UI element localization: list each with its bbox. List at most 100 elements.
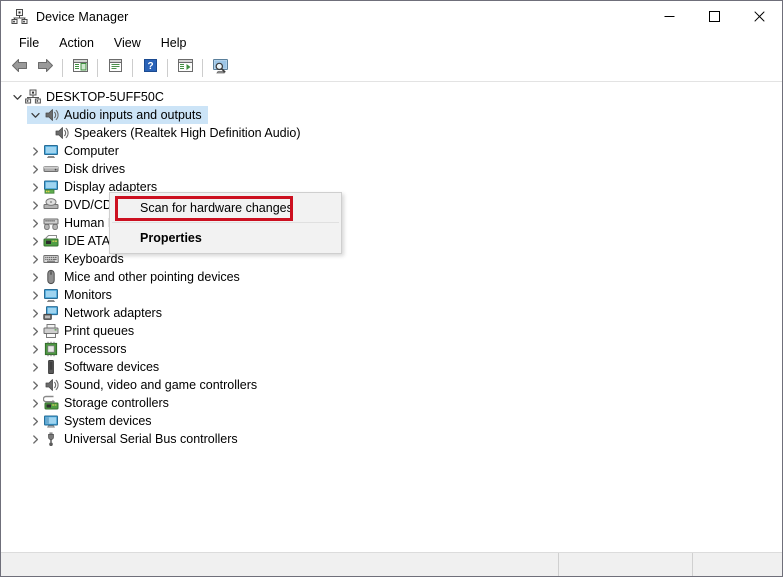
tree-row-hit[interactable]: Print queues <box>27 322 140 340</box>
tree-row-audio-inputs-and-outputs[interactable]: Audio inputs and outputs <box>1 106 782 124</box>
chevron-right-icon[interactable] <box>27 322 43 340</box>
tree-row-hit[interactable]: Speakers (Realtek High Definition Audio) <box>53 124 307 142</box>
chevron-right-icon[interactable] <box>27 232 43 250</box>
chevron-right-icon[interactable] <box>27 178 43 196</box>
chevron-right-icon[interactable] <box>27 268 43 286</box>
toolbar-separator-5 <box>202 59 203 77</box>
tree-row-hit[interactable]: System devices <box>27 412 158 430</box>
toolbar-console-tree-button[interactable] <box>67 56 93 80</box>
back-arrow-icon <box>11 58 28 78</box>
tree-row-hit[interactable]: Software devices <box>27 358 165 376</box>
toolbar-scan-hardware-button[interactable] <box>207 56 233 80</box>
tree-item-label: Network adapters <box>64 306 162 320</box>
speaker-icon <box>43 107 59 123</box>
tree-row-hit[interactable]: Storage controllers <box>27 394 175 412</box>
tree-row-computer[interactable]: Computer <box>1 142 782 160</box>
monitor-icon <box>43 143 59 159</box>
chevron-right-icon[interactable] <box>27 304 43 322</box>
close-button[interactable] <box>737 1 782 32</box>
tree-row-processors[interactable]: Processors <box>1 340 782 358</box>
tree-row-hit[interactable]: Mice and other pointing devices <box>27 268 246 286</box>
toolbar-update-driver-button[interactable] <box>172 56 198 80</box>
tree-row-storage-controllers[interactable]: Storage controllers <box>1 394 782 412</box>
chevron-right-icon[interactable] <box>27 358 43 376</box>
tree-item-label: Audio inputs and outputs <box>64 108 202 122</box>
chevron-right-icon[interactable] <box>27 160 43 178</box>
minimize-icon <box>664 16 675 17</box>
svg-text:?: ? <box>147 61 153 72</box>
chevron-right-icon[interactable] <box>27 214 43 232</box>
chevron-right-icon[interactable] <box>27 340 43 358</box>
device-manager-screenshot: Device Manager File Action View Help ? D… <box>0 0 783 577</box>
chevron-right-icon[interactable] <box>27 250 43 268</box>
processor-icon <box>43 341 59 357</box>
tree-row-disk-drives[interactable]: Disk drives <box>1 160 782 178</box>
window-title: Device Manager <box>36 9 129 24</box>
chevron-down-icon[interactable] <box>9 88 25 106</box>
chevron-right-icon[interactable] <box>27 286 43 304</box>
tree-row-hit[interactable]: Universal Serial Bus controllers <box>27 430 244 448</box>
monitor-icon <box>43 287 59 303</box>
title-bar-left: Device Manager <box>1 8 128 25</box>
status-pane-1 <box>1 553 559 576</box>
toolbar-back-button[interactable] <box>6 56 32 80</box>
chevron-right-icon[interactable] <box>27 394 43 412</box>
menu-file[interactable]: File <box>9 33 49 54</box>
device-tree: DESKTOP-5UFF50C Audio inputs and outputs… <box>1 88 782 448</box>
tree-item-label: Computer <box>64 144 119 158</box>
tree-row-system-devices[interactable]: System devices <box>1 412 782 430</box>
menu-bar: File Action View Help <box>1 32 782 55</box>
tree-row-mice-and-other-pointing-devices[interactable]: Mice and other pointing devices <box>1 268 782 286</box>
title-bar: Device Manager <box>1 1 782 32</box>
show-hide-console-tree-icon <box>72 58 89 78</box>
toolbar: ? <box>1 55 782 82</box>
toolbar-help-button[interactable]: ? <box>137 56 163 80</box>
toolbar-separator-1 <box>62 59 63 77</box>
close-icon <box>754 11 765 22</box>
maximize-button[interactable] <box>692 1 737 32</box>
context-menu-separator <box>112 222 339 223</box>
tree-row-universal-serial-bus-controllers[interactable]: Universal Serial Bus controllers <box>1 430 782 448</box>
network-adapter-icon <box>43 305 59 321</box>
toolbar-forward-button[interactable] <box>32 56 58 80</box>
chevron-right-icon[interactable] <box>27 412 43 430</box>
tree-row-root[interactable]: DESKTOP-5UFF50C <box>1 88 782 106</box>
tree-row-hit[interactable]: Processors <box>27 340 133 358</box>
tree-row-hit[interactable]: Monitors <box>27 286 118 304</box>
tree-row-sound-video-and-game-controllers[interactable]: Sound, video and game controllers <box>1 376 782 394</box>
context-menu-item-scan-for-hardware-changes[interactable]: Scan for hardware changes <box>110 195 341 220</box>
tree-row-print-queues[interactable]: Print queues <box>1 322 782 340</box>
chevron-down-icon[interactable] <box>27 106 43 124</box>
tree-row-speakers[interactable]: Speakers (Realtek High Definition Audio) <box>1 124 782 142</box>
tree-row-hit[interactable]: Audio inputs and outputs <box>27 106 208 124</box>
menu-help[interactable]: Help <box>151 33 197 54</box>
menu-action[interactable]: Action <box>49 33 104 54</box>
tree-row-network-adapters[interactable]: Network adapters <box>1 304 782 322</box>
mouse-icon <box>43 269 59 285</box>
minimize-button[interactable] <box>647 1 692 32</box>
device-tree-panel[interactable]: DESKTOP-5UFF50C Audio inputs and outputs… <box>1 82 782 552</box>
context-menu-item-properties[interactable]: Properties <box>110 225 341 250</box>
tree-row-hit[interactable]: Sound, video and game controllers <box>27 376 263 394</box>
chevron-right-icon[interactable] <box>27 376 43 394</box>
tree-item-label: System devices <box>64 414 152 428</box>
chevron-right-icon[interactable] <box>27 430 43 448</box>
tree-item-label: Disk drives <box>64 162 126 176</box>
tree-row-hit[interactable]: Computer <box>27 142 125 160</box>
tree-row-hit[interactable]: DESKTOP-5UFF50C <box>9 88 170 106</box>
tree-item-label: Mice and other pointing devices <box>64 270 240 284</box>
menu-view[interactable]: View <box>104 33 151 54</box>
tree-row-hit[interactable]: Network adapters <box>27 304 168 322</box>
toolbar-properties-button[interactable] <box>102 56 128 80</box>
tree-row-software-devices[interactable]: Software devices <box>1 358 782 376</box>
tree-root-label: DESKTOP-5UFF50C <box>46 90 164 104</box>
chevron-right-icon[interactable] <box>27 196 43 214</box>
forward-arrow-icon <box>37 58 54 78</box>
tree-item-label: Sound, video and game controllers <box>64 378 258 392</box>
tree-row-hit[interactable]: Disk drives <box>27 160 131 178</box>
chevron-right-icon[interactable] <box>27 142 43 160</box>
tree-item-label: Speakers (Realtek High Definition Audio) <box>74 126 301 140</box>
keyboard-icon <box>43 251 59 267</box>
tree-row-monitors[interactable]: Monitors <box>1 286 782 304</box>
optical-drive-icon <box>43 197 59 213</box>
